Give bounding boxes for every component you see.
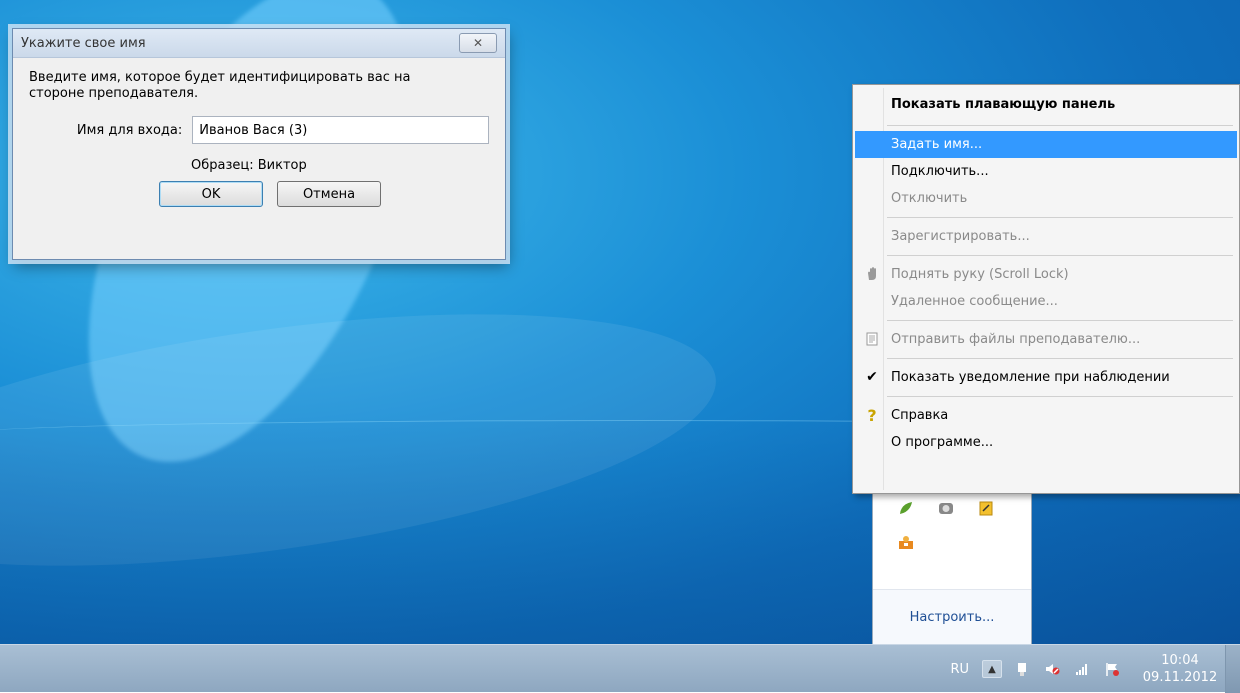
help-icon: ? — [867, 405, 877, 425]
dialog-body: Введите имя, которое будет идентифициров… — [13, 58, 505, 217]
menu-item-label: Подключить... — [891, 164, 989, 179]
leaf-app-icon[interactable] — [897, 499, 915, 517]
dialog-titlebar[interactable]: Укажите свое имя ✕ — [13, 29, 505, 58]
clock[interactable]: 10:04 09.11.2012 — [1135, 652, 1225, 686]
name-hint: Образец: Виктор — [191, 158, 307, 173]
signal-icon[interactable] — [1072, 659, 1092, 679]
name-input[interactable] — [192, 116, 489, 144]
dialog-description: Введите имя, которое будет идентифициров… — [29, 70, 411, 101]
menu-item-label: Удаленное сообщение... — [891, 294, 1058, 309]
menu-separator — [887, 396, 1233, 397]
menu-item-label: Отключить — [891, 191, 968, 206]
menu-separator — [887, 217, 1233, 218]
check-icon: ✔ — [866, 369, 878, 385]
menu-item-show-floating-panel[interactable]: Показать плавающую панель — [855, 88, 1237, 120]
action-center-flag-icon[interactable] — [1102, 659, 1122, 679]
menu-separator — [887, 125, 1233, 126]
chevron-up-icon: ▲ — [988, 663, 996, 675]
clock-time: 10:04 — [1161, 653, 1199, 668]
network-plug-icon[interactable] — [1012, 659, 1032, 679]
menu-item-raise-hand[interactable]: Поднять руку (Scroll Lock) — [855, 261, 1237, 288]
customize-link[interactable]: Настроить... — [873, 589, 1031, 644]
tray-overflow-panel: Настроить... — [872, 480, 1032, 645]
teacher-app-icon[interactable] — [897, 533, 915, 551]
menu-item-label: О программе... — [891, 435, 994, 450]
menu-item-label: Задать имя... — [891, 137, 983, 152]
menu-separator — [887, 358, 1233, 359]
tray-icons-row-2 — [873, 517, 1031, 551]
menu-item-remote-message[interactable]: Удаленное сообщение... — [855, 288, 1237, 315]
menu-item-label: Показать плавающую панель — [891, 96, 1116, 112]
camera-app-icon[interactable] — [937, 499, 955, 517]
hand-icon — [863, 265, 881, 283]
menu-item-disconnect[interactable]: Отключить — [855, 185, 1237, 212]
ok-button[interactable]: OK — [159, 181, 263, 207]
volume-muted-icon[interactable] — [1042, 659, 1062, 679]
menu-item-show-notification[interactable]: ✔ Показать уведомление при наблюдении — [855, 364, 1237, 391]
menu-item-label: Поднять руку (Scroll Lock) — [891, 267, 1069, 282]
taskbar: RU ▲ 10:04 09.11.2012 — [0, 644, 1240, 693]
menu-item-register[interactable]: Зарегистрировать... — [855, 223, 1237, 250]
menu-item-label: Показать уведомление при наблюдении — [891, 370, 1170, 385]
menu-item-label: Справка — [891, 408, 949, 423]
menu-item-help[interactable]: ? Справка — [855, 402, 1237, 429]
menu-item-connect[interactable]: Подключить... — [855, 158, 1237, 185]
system-tray: RU ▲ 10:04 09.11.2012 — [950, 645, 1240, 693]
show-hidden-icons-button[interactable]: ▲ — [982, 660, 1002, 678]
menu-separator — [887, 320, 1233, 321]
menu-item-about[interactable]: О программе... — [855, 429, 1237, 456]
menu-item-send-files[interactable]: Отправить файлы преподавателю... — [855, 326, 1237, 353]
tray-context-menu: Показать плавающую панель Задать имя... … — [852, 84, 1240, 494]
dialog-title: Укажите свое имя — [21, 35, 146, 51]
set-name-dialog: Укажите свое имя ✕ Введите имя, которое … — [12, 28, 506, 260]
menu-item-label: Отправить файлы преподавателю... — [891, 332, 1141, 347]
name-row: Имя для входа: — [39, 116, 489, 144]
dialog-buttons: OK Отмена — [159, 181, 489, 207]
document-icon — [863, 330, 881, 348]
language-indicator[interactable]: RU — [950, 662, 969, 677]
menu-separator — [887, 255, 1233, 256]
clock-date: 09.11.2012 — [1142, 670, 1218, 685]
close-icon: ✕ — [472, 36, 484, 50]
menu-item-label: Зарегистрировать... — [891, 229, 1030, 244]
menu-item-set-name[interactable]: Задать имя... — [855, 131, 1237, 158]
show-desktop-button[interactable] — [1225, 645, 1240, 693]
close-button[interactable]: ✕ — [459, 33, 497, 53]
notepad-app-icon[interactable] — [977, 499, 995, 517]
cancel-button[interactable]: Отмена — [277, 181, 381, 207]
name-label: Имя для входа: — [76, 122, 183, 138]
